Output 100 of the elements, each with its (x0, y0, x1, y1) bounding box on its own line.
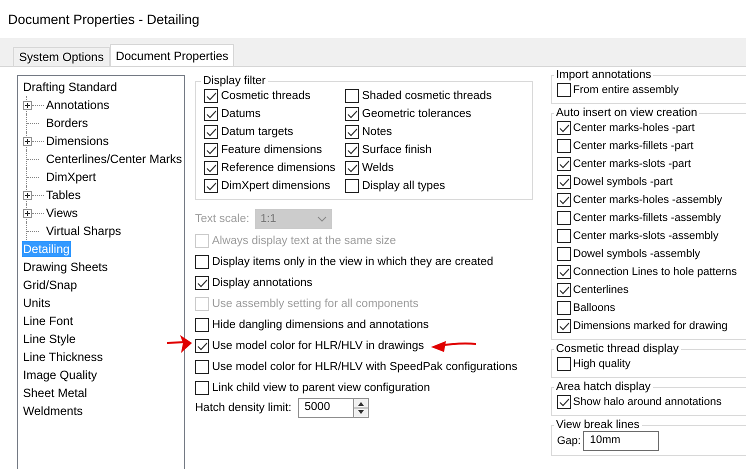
group-title: Display filter (202, 75, 267, 87)
checkbox-label: Center marks-fillets -assembly (573, 212, 721, 224)
checkbox[interactable] (557, 283, 571, 297)
checkbox-label: Datums (221, 108, 261, 120)
tree-item[interactable]: Image Quality (22, 367, 98, 383)
tree-item[interactable]: DimXpert (45, 169, 98, 185)
checkbox-label: Connection Lines to hole patterns (573, 266, 737, 278)
arrow-mark-drawing (430, 339, 478, 353)
checkbox[interactable] (345, 89, 359, 103)
checkbox[interactable] (345, 125, 359, 139)
tree-item[interactable]: Sheet Metal (22, 385, 88, 401)
checkbox[interactable] (557, 193, 571, 207)
checkbox[interactable] (204, 179, 218, 193)
checkbox-label: Geometric tolerances (362, 108, 472, 120)
checkbox-label: Center marks-holes -assembly (573, 194, 722, 206)
tab[interactable]: System Options (13, 47, 110, 66)
checkbox-label: Reference dimensions (221, 162, 336, 174)
checkbox-label: Dowel symbols -part (573, 176, 673, 188)
checkbox[interactable] (557, 395, 571, 409)
tree-item[interactable]: Tables (45, 187, 82, 203)
checkbox[interactable] (345, 161, 359, 175)
checkbox-label: Datum targets (221, 126, 294, 138)
tree-item[interactable]: Line Style (22, 331, 77, 347)
checkbox[interactable] (195, 381, 209, 395)
tree-item[interactable]: Drawing Sheets (22, 259, 109, 275)
checkbox[interactable] (195, 339, 209, 353)
tree-item[interactable]: Dimensions (45, 133, 110, 149)
checkbox-label: Center marks-holes -part (573, 122, 695, 134)
checkbox-label: DimXpert dimensions (221, 180, 330, 192)
gap-field[interactable]: 10mm (582, 431, 659, 451)
checkbox[interactable] (557, 157, 571, 171)
checkbox-label: Surface finish (362, 144, 432, 156)
checkbox-label: Dowel symbols -assembly (573, 248, 700, 260)
expand-icon[interactable] (23, 208, 32, 218)
checkbox[interactable] (557, 357, 571, 371)
checkbox-label: Center marks-fillets -part (573, 140, 694, 152)
checkbox[interactable] (204, 107, 218, 121)
field-label: Gap: (557, 435, 581, 447)
tree-item[interactable]: Borders (45, 115, 90, 131)
group-title: View break lines (555, 419, 641, 431)
checkbox[interactable] (557, 265, 571, 279)
tree-item[interactable]: Line Font (22, 313, 74, 329)
checkbox[interactable] (557, 211, 571, 225)
tree-item[interactable]: Line Thickness (22, 349, 104, 365)
checkbox-label: Center marks-slots -part (573, 158, 691, 170)
number-field[interactable]: 5000 (298, 398, 369, 418)
field-label: Text scale: (195, 213, 250, 225)
checkbox[interactable] (204, 125, 218, 139)
checkbox-label: Display all types (362, 180, 446, 192)
tree-item[interactable]: Drafting Standard (22, 79, 118, 95)
group-title: Cosmetic thread display (555, 343, 680, 355)
checkbox[interactable] (557, 121, 571, 135)
checkbox[interactable] (204, 143, 218, 157)
checkbox[interactable] (557, 301, 571, 315)
checkbox-label: Display items only in the view in which they are created (212, 256, 494, 268)
checkbox-label: Link child view to parent view configuration (212, 382, 430, 394)
checkbox-label: Use model color for HLR/HLV in drawings (212, 340, 424, 352)
checkbox-label: Feature dimensions (221, 144, 322, 156)
group-title: Auto insert on view creation (555, 107, 698, 119)
checkbox[interactable] (557, 229, 571, 243)
checkbox-label: Balloons (573, 302, 616, 314)
tree-item[interactable]: Weldments (22, 403, 84, 419)
checkbox[interactable] (195, 318, 209, 332)
tab[interactable]: Document Properties (110, 44, 234, 66)
checkbox[interactable] (557, 319, 571, 333)
checkbox[interactable] (345, 143, 359, 157)
tree-item[interactable]: Views (45, 205, 79, 221)
checkbox-label: Welds (362, 162, 394, 174)
spin-arrows-icon[interactable] (354, 399, 368, 417)
tree-item[interactable]: Units (22, 295, 52, 311)
group-title: Import annotations (555, 69, 652, 81)
expand-icon[interactable] (23, 190, 32, 200)
checkbox-label: High quality (573, 358, 630, 370)
checkbox-label: Cosmetic threads (221, 90, 310, 102)
checkbox[interactable] (557, 139, 571, 153)
tree-item[interactable]: Annotations (45, 97, 110, 113)
checkbox[interactable] (557, 175, 571, 189)
checkbox-label: Notes (362, 126, 392, 138)
expand-icon[interactable] (23, 136, 32, 146)
checkbox[interactable] (195, 276, 209, 290)
checkbox-label: Center marks-slots -assembly (573, 230, 718, 242)
checkbox-label: Use model color for HLR/HLV with SpeedPak configurations (212, 361, 518, 373)
tree-item[interactable]: Virtual Sharps (45, 223, 122, 239)
field-label: Hatch density limit: (195, 402, 292, 414)
checkbox-label: From entire assembly (573, 84, 679, 96)
checkbox[interactable] (195, 255, 209, 269)
checkbox[interactable] (345, 107, 359, 121)
expand-icon[interactable] (23, 100, 32, 110)
checkbox[interactable] (557, 83, 571, 97)
group-title: Area hatch display (555, 381, 652, 393)
tree-item[interactable]: Centerlines/Center Marks (45, 151, 184, 167)
checkbox[interactable] (345, 179, 359, 193)
window-title: Document Properties - Detailing (8, 12, 200, 26)
checkbox[interactable] (204, 89, 218, 103)
tree-item[interactable]: Grid/Snap (22, 277, 78, 293)
checkbox-label: Shaded cosmetic threads (362, 90, 492, 102)
checkbox[interactable] (204, 161, 218, 175)
checkbox[interactable] (195, 360, 209, 374)
checkbox[interactable] (557, 247, 571, 261)
checkbox-label: Show halo around annotations (573, 396, 722, 408)
